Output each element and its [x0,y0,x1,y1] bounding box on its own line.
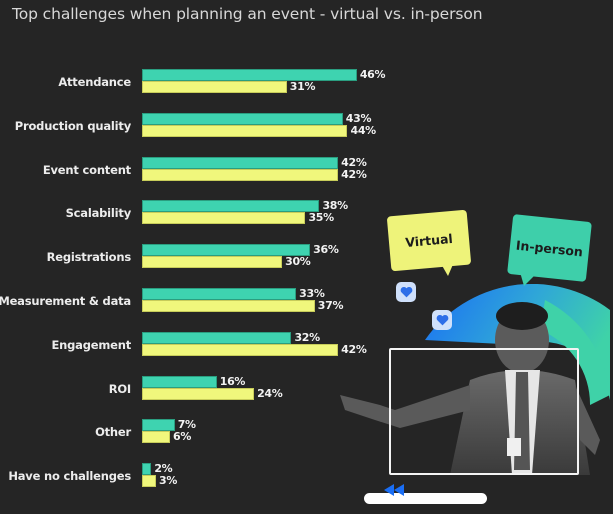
value-label: 16% [219,374,246,388]
category-label: ROI [108,381,132,396]
bar-in-person [142,124,348,137]
bar-in-person [142,431,171,444]
value-label: 31% [289,80,316,93]
value-label: 42% [341,167,367,181]
bar-virtual [142,156,339,169]
bar-virtual [142,69,357,81]
category-label: Production quality [14,118,131,133]
bar-in-person [142,387,255,400]
bar-virtual [142,200,320,213]
bar-virtual [142,375,217,388]
category-label: Attendance [58,75,131,89]
bar-chart: Attendance 46% 31% Production quality 43% 44%… [0,0,613,514]
value-label: 3% [159,474,178,488]
category-label: Engagement [51,337,131,352]
category-label: Have no challenges [8,469,131,484]
value-label: 30% [285,255,311,269]
bar-virtual [142,288,297,300]
category-label: Event content [42,162,131,177]
value-label: 24% [257,386,283,400]
bar-in-person [142,256,283,269]
category-label: Scalability [65,206,132,221]
category-label: Other [95,425,131,440]
bar-in-person [142,300,315,312]
value-label: 44% [350,123,376,137]
bar-in-person [142,475,156,488]
value-label: 36% [313,243,339,257]
category-label: Measurement & data [0,294,131,308]
bar-virtual [142,419,175,432]
category-label: Registrations [46,250,132,265]
bar-in-person [142,168,339,181]
bar-in-person [142,212,306,225]
value-label: 46% [359,68,386,81]
value-label: 6% [173,430,192,444]
bar-in-person [142,81,287,93]
value-label: 37% [317,299,344,312]
bar-in-person [142,343,339,356]
bar-virtual [142,112,343,125]
value-label: 32% [294,330,320,344]
bar-virtual [142,463,152,476]
value-label: 42% [341,342,367,356]
value-label: 35% [308,211,334,225]
bar-virtual [142,331,292,344]
